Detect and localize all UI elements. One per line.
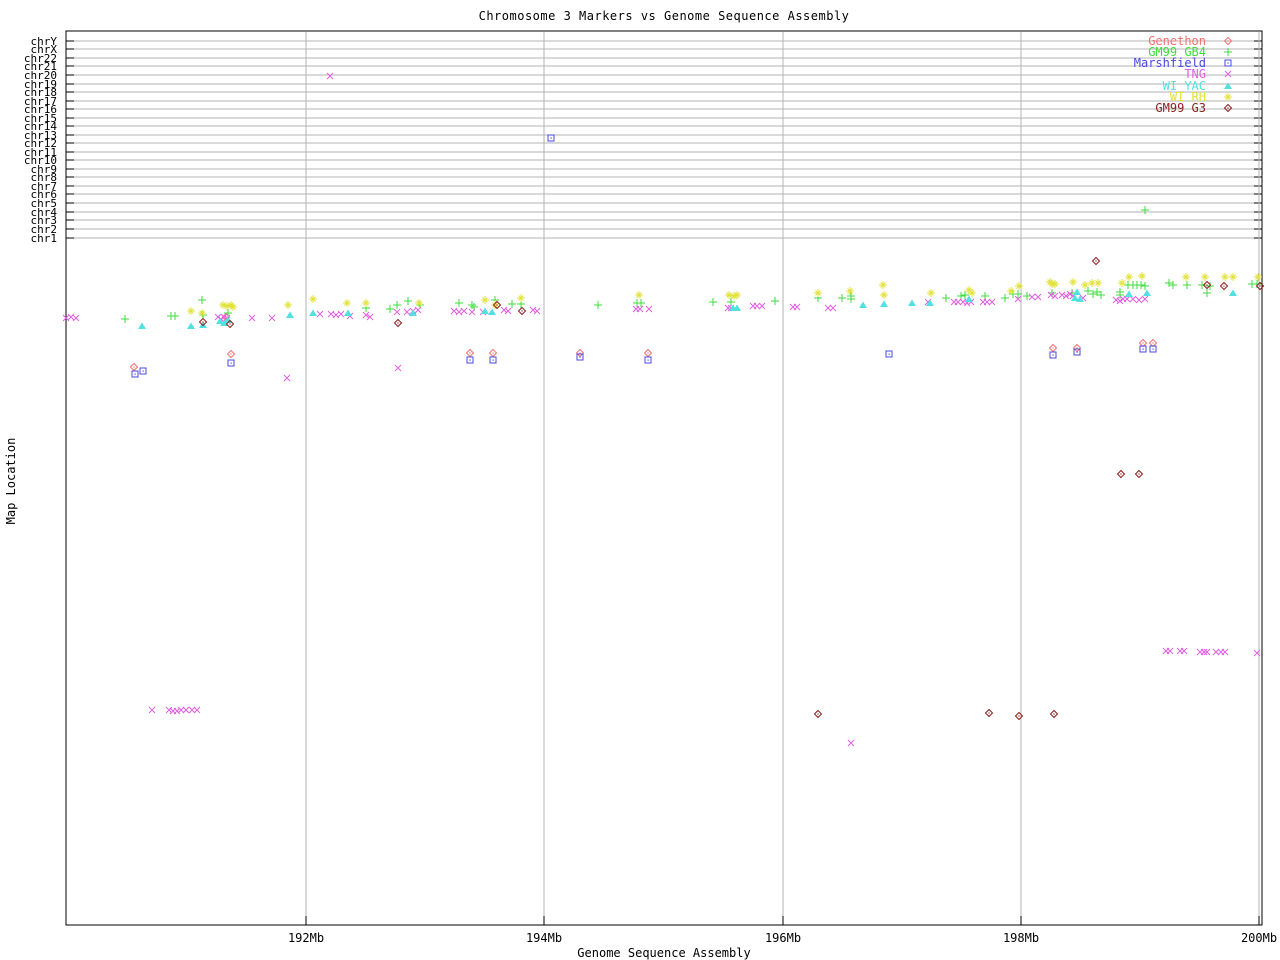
chart: Chromosome 3 Markers vs Genome Sequence …: [0, 0, 1280, 960]
series-gm99-g3: [198, 256, 1265, 721]
x-tick-label-196Mb: 196Mb: [764, 931, 802, 945]
x-tick-label-192Mb: 192Mb: [287, 931, 325, 945]
plot-canvas: [62, 30, 1265, 926]
legend-item-gm99-g3: GM99 G3: [1155, 101, 1206, 115]
series-tng: [62, 72, 1261, 747]
legend-marker-marshfield: [1224, 59, 1232, 67]
x-tick-label-198Mb: 198Mb: [1002, 931, 1040, 945]
chart-title: Chromosome 3 Markers vs Genome Sequence …: [478, 9, 850, 23]
x-tick-label-200Mb: 200Mb: [1240, 931, 1278, 945]
legend-marker-tng: [1224, 70, 1232, 78]
x-tick-label-194Mb: 194Mb: [525, 931, 563, 945]
series-marshfield: [131, 134, 1157, 378]
y-tick-label-chr1: chr1: [30, 232, 58, 245]
series-genethon: [129, 312, 1158, 372]
x-axis-label: Genome Sequence Assembly: [577, 946, 751, 960]
legend-marker-wi-rh: [1224, 93, 1232, 101]
y-axis-label: Map Location: [4, 437, 18, 525]
legend-marker-gm99-g3: [1223, 103, 1233, 113]
legend-marker-wi-yac: [1224, 82, 1232, 89]
